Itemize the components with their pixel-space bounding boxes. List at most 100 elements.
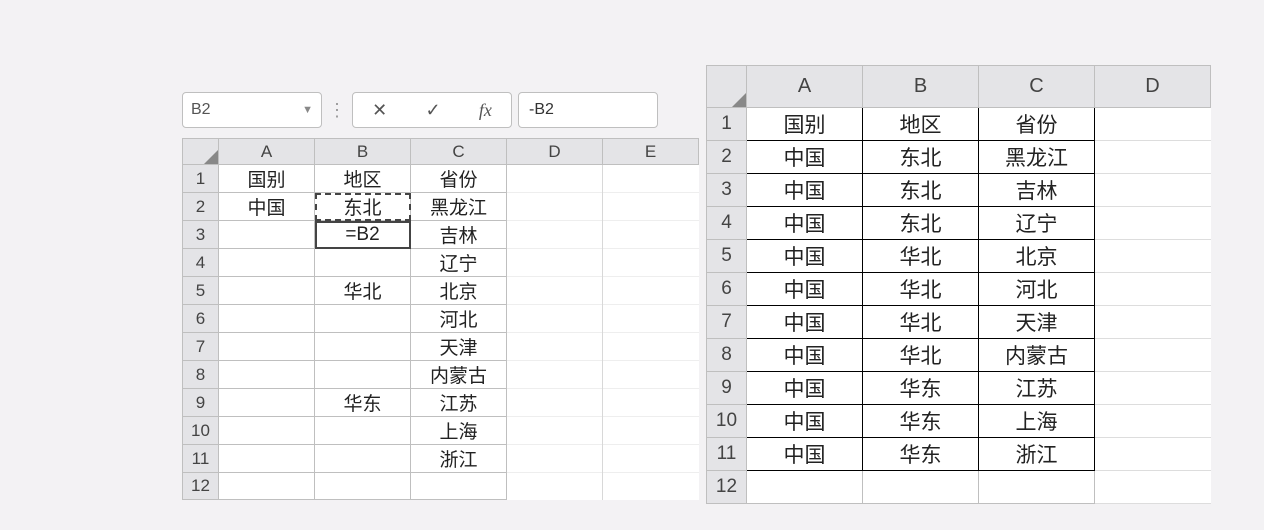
cell-D6[interactable] — [1095, 273, 1211, 306]
cell-B5[interactable]: 华北 — [863, 240, 979, 273]
row-header[interactable]: 2 — [707, 141, 747, 174]
fx-icon[interactable]: fx — [479, 100, 492, 121]
row-header[interactable]: 11 — [707, 438, 747, 471]
cell-C12[interactable] — [411, 473, 507, 500]
cell-B12[interactable] — [315, 473, 411, 500]
cell-D10[interactable] — [507, 417, 603, 445]
cell-D9[interactable] — [1095, 372, 1211, 405]
row-header[interactable]: 3 — [707, 174, 747, 207]
name-box-dropdown-icon[interactable]: ▼ — [302, 104, 313, 116]
cell-A12[interactable] — [747, 471, 863, 504]
cell-A3[interactable] — [219, 221, 315, 249]
row-header[interactable]: 10 — [183, 417, 219, 445]
cell-B8[interactable] — [315, 361, 411, 389]
cell-C2[interactable]: 黑龙江 — [979, 141, 1095, 174]
cell-E2[interactable] — [603, 193, 699, 221]
row-header[interactable]: 11 — [183, 445, 219, 473]
cell-E4[interactable] — [603, 249, 699, 277]
cell-D2[interactable] — [507, 193, 603, 221]
cell-D8[interactable] — [1095, 339, 1211, 372]
cell-C12[interactable] — [979, 471, 1095, 504]
cell-C8[interactable]: 内蒙古 — [411, 361, 507, 389]
row-header[interactable]: 4 — [707, 207, 747, 240]
cell-B9[interactable]: 华东 — [315, 389, 411, 417]
cell-D10[interactable] — [1095, 405, 1211, 438]
cell-D2[interactable] — [1095, 141, 1211, 174]
cell-C4[interactable]: 辽宁 — [979, 207, 1095, 240]
row-header[interactable]: 1 — [183, 165, 219, 193]
drag-handle-icon[interactable]: ⋮ — [328, 101, 346, 119]
row-header[interactable]: 12 — [183, 473, 219, 500]
cell-A8[interactable] — [219, 361, 315, 389]
row-header[interactable]: 1 — [707, 108, 747, 141]
cell-C3[interactable]: 吉林 — [411, 221, 507, 249]
cell-A2[interactable]: 中国 — [219, 193, 315, 221]
cell-D12[interactable] — [1095, 471, 1211, 504]
cell-A5[interactable]: 中国 — [747, 240, 863, 273]
cancel-icon[interactable]: ✕ — [372, 100, 387, 121]
col-header-c[interactable]: C — [979, 66, 1095, 108]
cell-D4[interactable] — [507, 249, 603, 277]
select-all-corner[interactable] — [707, 66, 747, 108]
cell-C5[interactable]: 北京 — [979, 240, 1095, 273]
cell-E1[interactable] — [603, 165, 699, 193]
cell-B7[interactable]: 华北 — [863, 306, 979, 339]
confirm-icon[interactable]: ✓ — [425, 100, 440, 121]
cell-B10[interactable] — [315, 417, 411, 445]
cell-B3[interactable]: =B2 — [315, 221, 411, 249]
cell-B6[interactable] — [315, 305, 411, 333]
cell-D12[interactable] — [507, 473, 603, 500]
row-header[interactable]: 5 — [707, 240, 747, 273]
row-header[interactable]: 9 — [707, 372, 747, 405]
row-header[interactable]: 5 — [183, 277, 219, 305]
cell-D7[interactable] — [1095, 306, 1211, 339]
row-header[interactable]: 2 — [183, 193, 219, 221]
row-header[interactable]: 6 — [183, 305, 219, 333]
left-grid[interactable]: A B C D E 1国别地区省份2中国东北黑龙江3=B2吉林4辽宁5华北北京6… — [182, 138, 699, 500]
cell-E3[interactable] — [603, 221, 699, 249]
cell-C9[interactable]: 江苏 — [411, 389, 507, 417]
cell-B6[interactable]: 华北 — [863, 273, 979, 306]
cell-B9[interactable]: 华东 — [863, 372, 979, 405]
cell-D9[interactable] — [507, 389, 603, 417]
cell-A1[interactable]: 国别 — [219, 165, 315, 193]
row-header[interactable]: 12 — [707, 471, 747, 504]
cell-B7[interactable] — [315, 333, 411, 361]
cell-E5[interactable] — [603, 277, 699, 305]
col-header-d[interactable]: D — [1095, 66, 1211, 108]
cell-B5[interactable]: 华北 — [315, 277, 411, 305]
name-box[interactable]: B2 ▼ — [182, 92, 322, 128]
cell-A10[interactable] — [219, 417, 315, 445]
col-header-b[interactable]: B — [863, 66, 979, 108]
row-header[interactable]: 8 — [707, 339, 747, 372]
cell-E10[interactable] — [603, 417, 699, 445]
cell-A7[interactable] — [219, 333, 315, 361]
cell-B2[interactable]: 东北 — [863, 141, 979, 174]
cell-B3[interactable]: 东北 — [863, 174, 979, 207]
cell-D4[interactable] — [1095, 207, 1211, 240]
cell-A6[interactable] — [219, 305, 315, 333]
row-header[interactable]: 10 — [707, 405, 747, 438]
cell-B1[interactable]: 地区 — [315, 165, 411, 193]
row-header[interactable]: 9 — [183, 389, 219, 417]
cell-A7[interactable]: 中国 — [747, 306, 863, 339]
cell-C3[interactable]: 吉林 — [979, 174, 1095, 207]
cell-A3[interactable]: 中国 — [747, 174, 863, 207]
cell-C6[interactable]: 河北 — [411, 305, 507, 333]
cell-A6[interactable]: 中国 — [747, 273, 863, 306]
cell-E8[interactable] — [603, 361, 699, 389]
cell-E12[interactable] — [603, 473, 699, 500]
cell-B8[interactable]: 华北 — [863, 339, 979, 372]
cell-D8[interactable] — [507, 361, 603, 389]
row-header[interactable]: 7 — [707, 306, 747, 339]
cell-C6[interactable]: 河北 — [979, 273, 1095, 306]
cell-E9[interactable] — [603, 389, 699, 417]
cell-E11[interactable] — [603, 445, 699, 473]
cell-C8[interactable]: 内蒙古 — [979, 339, 1095, 372]
row-header[interactable]: 4 — [183, 249, 219, 277]
col-header-e[interactable]: E — [603, 139, 699, 165]
cell-D7[interactable] — [507, 333, 603, 361]
cell-A4[interactable]: 中国 — [747, 207, 863, 240]
col-header-a[interactable]: A — [219, 139, 315, 165]
cell-C11[interactable]: 浙江 — [979, 438, 1095, 471]
